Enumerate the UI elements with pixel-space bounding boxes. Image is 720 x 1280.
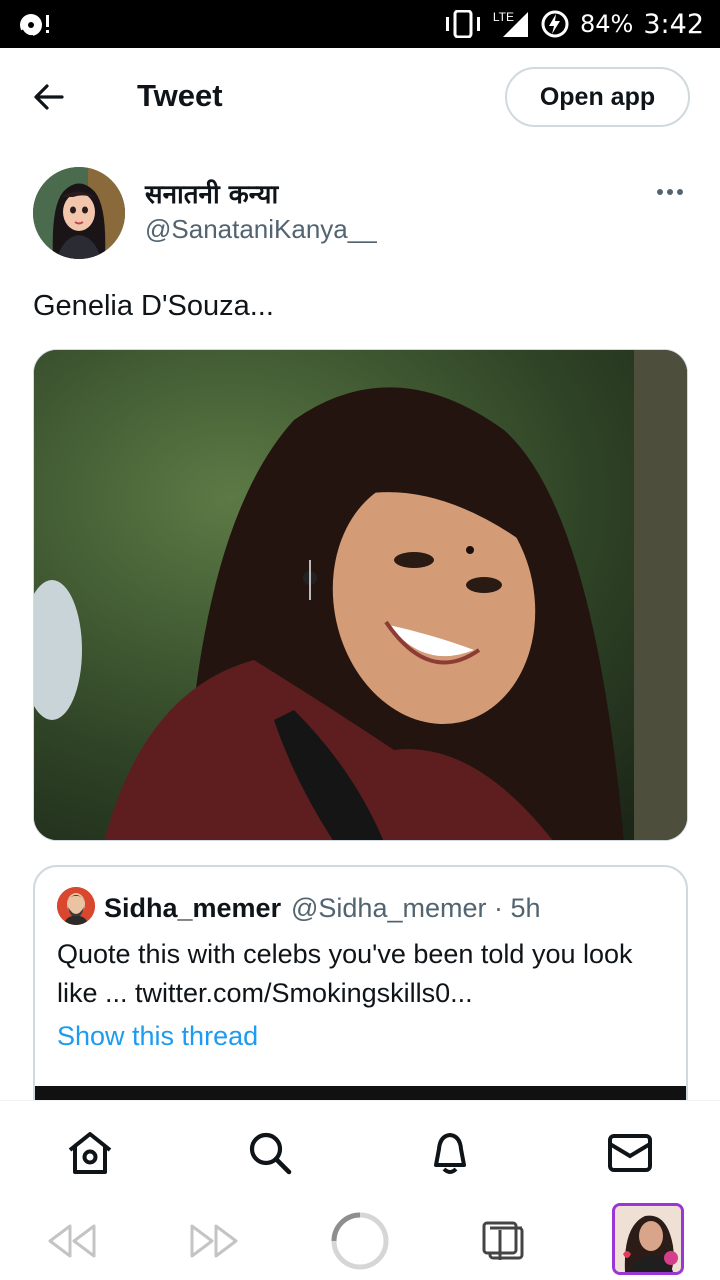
- more-horizontal-icon: [657, 189, 663, 195]
- author-avatar[interactable]: [33, 167, 125, 259]
- tweet-photo[interactable]: [33, 349, 688, 841]
- top-bar: Tweet Open app: [0, 48, 720, 146]
- tab-thumbnail-image: [615, 1206, 681, 1272]
- battery-charging-icon: [541, 10, 569, 38]
- quote-avatar-illustration: [57, 887, 95, 925]
- avatar-illustration: [33, 167, 125, 259]
- fast-forward-button[interactable]: [188, 1210, 242, 1272]
- nav-messages-button[interactable]: [606, 1129, 654, 1177]
- tabs-button[interactable]: [478, 1210, 528, 1272]
- more-dot: [677, 189, 683, 195]
- mail-icon: [608, 1134, 652, 1172]
- nav-home-button[interactable]: [66, 1129, 114, 1177]
- author-handle[interactable]: @SanataniKanya__: [145, 214, 377, 245]
- search-icon: [249, 1132, 292, 1175]
- browser-toolbar: [0, 1200, 720, 1280]
- fast-forward-icon: [190, 1224, 238, 1258]
- quote-author-meta: @Sidha_memer · 5h: [291, 893, 541, 923]
- clock: 3:42: [643, 8, 704, 40]
- home-icon: [68, 1132, 112, 1174]
- page-title: Tweet: [137, 78, 223, 113]
- show-thread-link[interactable]: Show this thread: [57, 1021, 258, 1052]
- vibrate-icon: [445, 10, 480, 38]
- media-icon: [20, 14, 49, 38]
- nav-notifications-button[interactable]: [426, 1129, 474, 1177]
- bottom-navigation: [0, 1100, 720, 1200]
- tabs-icon: [482, 1221, 524, 1260]
- tab-thumbnail[interactable]: [612, 1203, 684, 1275]
- bell-icon: [434, 1133, 466, 1174]
- rewind-icon: [48, 1224, 96, 1258]
- loading-spinner-icon: [331, 1212, 389, 1270]
- photo-illustration: [34, 350, 687, 840]
- status-bar: LTE 84% 3:42: [0, 0, 720, 48]
- rewind-button[interactable]: [44, 1210, 98, 1272]
- open-app-button[interactable]: Open app: [505, 67, 690, 127]
- quote-text: Quote this with celebs you've been told …: [57, 939, 633, 1008]
- quote-tweet[interactable]: Sidha_memer @Sidha_memer · 5h Quote this…: [33, 865, 688, 1125]
- more-dot: [667, 189, 673, 195]
- nav-search-button[interactable]: [246, 1129, 294, 1177]
- signal-icon: [503, 12, 529, 37]
- author-name[interactable]: सनातनी कन्या: [145, 175, 278, 211]
- quote-author-name[interactable]: Sidha_memer: [104, 893, 281, 924]
- battery-level: 84%: [580, 10, 634, 38]
- reload-button[interactable]: [328, 1210, 392, 1272]
- more-options-button[interactable]: [648, 178, 692, 206]
- tweet-text: Genelia D'Souza...: [33, 290, 274, 322]
- quote-author-avatar[interactable]: [57, 887, 95, 925]
- back-button[interactable]: [24, 76, 74, 118]
- arrow-left-icon: [34, 84, 64, 110]
